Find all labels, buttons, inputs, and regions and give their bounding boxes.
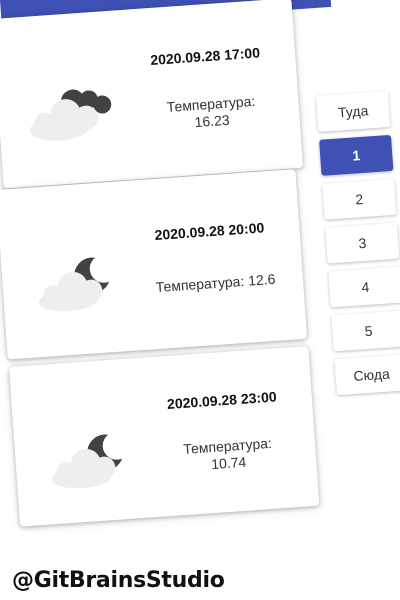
temperature-label: Температура: — [182, 434, 273, 458]
forecast-temperature: Температура: 12.6 — [153, 271, 279, 297]
temperature-value: 16.23 — [194, 111, 231, 131]
pagination: Туда 1 2 3 4 5 Сюда — [316, 90, 400, 403]
forecast-datetime: 2020.09.28 23:00 — [166, 388, 278, 413]
prev-page-button[interactable]: Туда — [316, 90, 391, 132]
forecast-datetime: 2020.09.28 20:00 — [154, 219, 265, 244]
temperature-value: 10.74 — [210, 453, 247, 473]
temperature-label: Температура: — [155, 272, 245, 296]
page-button-5[interactable]: 5 — [331, 310, 400, 352]
forecast-datetime: 2020.09.28 17:00 — [149, 44, 261, 69]
temperature-label: Температура: — [166, 92, 256, 116]
page-button-1[interactable]: 1 — [319, 134, 394, 176]
forecast-temperature: Температура: 10.74 — [165, 434, 292, 477]
cloud-sun-icon — [29, 89, 112, 141]
cloud-moon-icon — [38, 254, 118, 312]
page-button-3[interactable]: 3 — [325, 222, 400, 264]
cloud-moon-icon — [51, 431, 131, 489]
next-page-button[interactable]: Сюда — [334, 354, 400, 396]
forecast-card: 2020.09.28 17:00 Температура: 16.23 — [0, 0, 304, 189]
forecast-card: 2020.09.28 20:00 Температура: 12.6 — [0, 169, 308, 360]
forecast-card: 2020.09.28 23:00 Температура: 10.74 — [9, 346, 320, 527]
watermark: @GitBrainsStudio — [12, 568, 225, 593]
page-button-2[interactable]: 2 — [322, 178, 397, 220]
forecast-temperature: Температура: 16.23 — [148, 92, 275, 135]
temperature-value: 12.6 — [247, 270, 276, 289]
page-button-4[interactable]: 4 — [328, 266, 400, 308]
